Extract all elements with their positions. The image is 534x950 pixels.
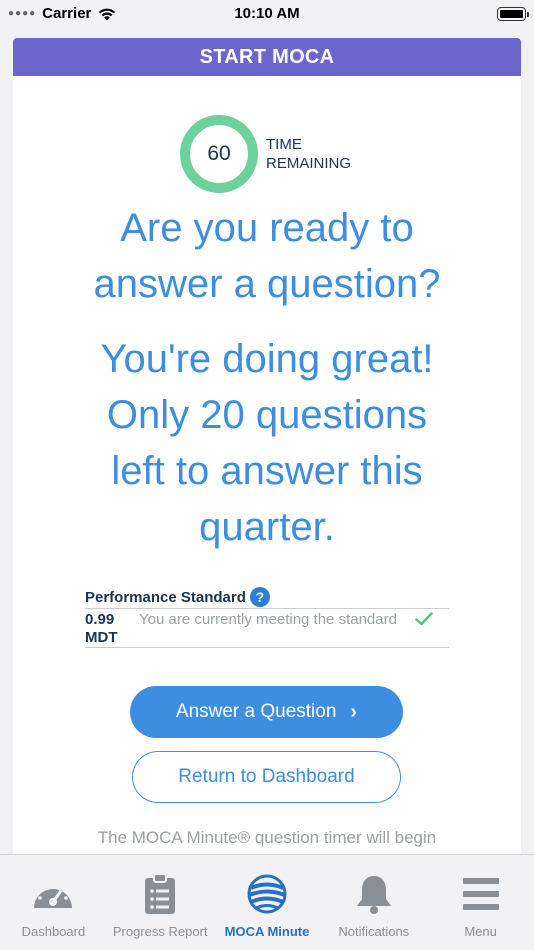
battery-icon bbox=[497, 7, 529, 21]
timer-label: TIME REMAINING bbox=[266, 135, 351, 173]
page-title: START MOCA bbox=[13, 38, 521, 76]
bell-icon bbox=[351, 872, 397, 916]
help-icon[interactable]: ? bbox=[249, 587, 270, 607]
performance-value: 0.99 MDT bbox=[85, 611, 139, 647]
ready-question-line1: Are you ready to bbox=[120, 206, 414, 250]
tab-moca-minute[interactable]: MOCA Minute bbox=[214, 855, 321, 950]
return-to-dashboard-label: Return to Dashboard bbox=[178, 766, 355, 787]
performance-row: 0.99 MDT You are currently meeting the s… bbox=[85, 608, 449, 648]
timer-value: 60 bbox=[207, 142, 231, 165]
tab-notifications[interactable]: Notifications bbox=[320, 855, 427, 950]
moca-card: START MOCA 60 TIME REMAINING Are you rea… bbox=[13, 38, 521, 858]
timer-label-line1: TIME bbox=[266, 136, 302, 153]
tab-dashboard[interactable]: Dashboard bbox=[0, 855, 107, 950]
hamburger-icon bbox=[458, 872, 504, 916]
performance-value-unit: MDT bbox=[85, 629, 118, 646]
chevron-right-icon: › bbox=[350, 700, 358, 723]
performance-title: Performance Standard bbox=[85, 588, 246, 606]
performance-standard: Performance Standard ? 0.99 MDT You are … bbox=[85, 586, 449, 648]
answer-question-button[interactable]: Answer a Question › bbox=[130, 686, 403, 738]
encouragement-line3: left to answer this bbox=[111, 449, 423, 493]
answer-question-label: Answer a Question bbox=[175, 701, 337, 722]
return-to-dashboard-button[interactable]: Return to Dashboard bbox=[132, 751, 401, 803]
tab-progress-report[interactable]: Progress Report bbox=[107, 855, 214, 950]
tab-moca-minute-label: MOCA Minute bbox=[224, 924, 310, 939]
encouragement-line2: Only 20 questions bbox=[106, 393, 428, 437]
status-time: 10:10 AM bbox=[234, 5, 300, 22]
checkmark-icon bbox=[415, 610, 437, 631]
ready-question-line2: answer a question? bbox=[93, 262, 441, 306]
timer-label-line2: REMAINING bbox=[266, 155, 352, 172]
encouragement-line1: You're doing great! bbox=[100, 337, 434, 381]
encouragement-line4: quarter. bbox=[199, 505, 335, 549]
tab-menu[interactable]: Menu bbox=[427, 855, 534, 950]
tab-bar: Dashboard Progress Report MOCA Minute No… bbox=[0, 854, 534, 950]
globe-icon bbox=[244, 872, 290, 916]
timer-ring: 60 bbox=[180, 115, 258, 193]
gauge-icon bbox=[30, 872, 76, 916]
timer: 60 TIME REMAINING bbox=[180, 115, 351, 193]
performance-title-row: Performance Standard ? bbox=[85, 586, 449, 608]
status-bar: ●●●● Carrier 10:10 AM bbox=[0, 0, 534, 30]
performance-status-text: You are currently meeting the standard bbox=[139, 611, 397, 628]
performance-value-number: 0.99 bbox=[85, 611, 115, 628]
tab-dashboard-label: Dashboard bbox=[21, 924, 86, 939]
clipboard-icon bbox=[137, 872, 183, 916]
timer-footnote: The MOCA Minute® question timer will beg… bbox=[97, 828, 437, 847]
tab-menu-label: Menu bbox=[464, 924, 497, 939]
encouragement-message: You're doing great! Only 20 questions le… bbox=[13, 331, 521, 555]
tab-progress-report-label: Progress Report bbox=[112, 924, 208, 939]
tab-notifications-label: Notifications bbox=[338, 924, 410, 939]
ready-question: Are you ready to answer a question? bbox=[13, 200, 521, 312]
